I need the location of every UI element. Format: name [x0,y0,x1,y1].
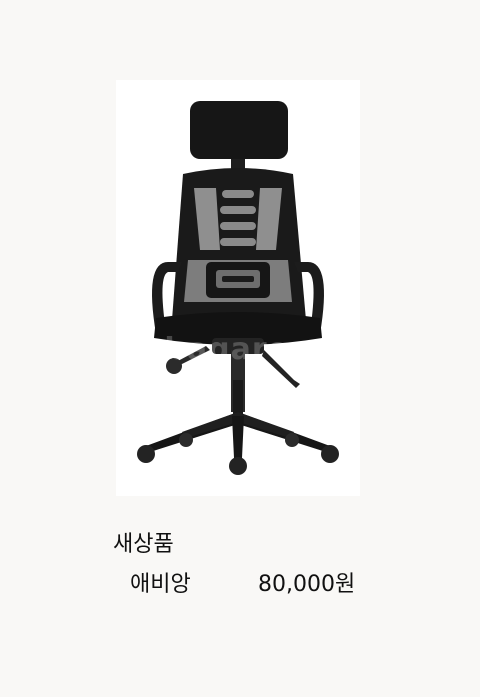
office-chair-image [137,101,339,475]
product-photo[interactable]: bagaron [116,80,360,496]
price-label: 80,000원 [258,572,356,597]
watermark-text: bagaron [164,332,312,367]
condition-label: 새상품 [113,532,174,557]
product-name: 애비앙 [130,572,191,597]
